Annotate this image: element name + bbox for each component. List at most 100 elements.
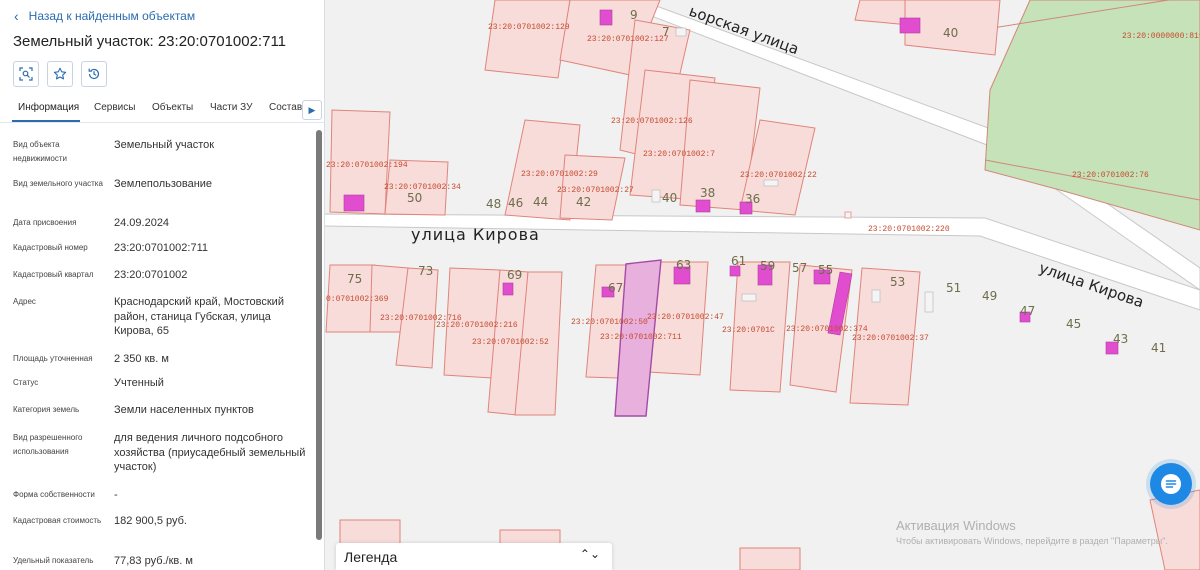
parcel-label: 23:20:0701002:76 [1072,171,1149,180]
house-number: 53 [890,275,905,289]
chat-button[interactable] [1150,463,1192,505]
back-link[interactable]: ‹ Назад к найденным объектам [14,8,195,24]
house-number: 51 [946,281,961,295]
tabs-next-button[interactable]: ▶ [302,100,322,120]
parcel-label: 23:20:0701002:50 [571,318,648,327]
house-number: 43 [1113,332,1128,346]
field-label: Кадастровый квартал [13,270,94,279]
house-number: 44 [533,195,548,209]
house-number: 38 [700,186,715,200]
parcel-label: 23:20:0701002:52 [472,338,549,347]
chat-icon [1161,474,1181,494]
tab-parts[interactable]: Части ЗУ [210,102,252,113]
parcel-label: 23:20:0701002:374 [786,325,868,334]
zoom-to-object-button[interactable] [13,61,39,87]
house-number: 47 [1020,304,1035,318]
field-value: 182 900,5 руб. [114,515,187,527]
chevron-left-icon: ‹ [14,8,19,24]
house-number: 46 [508,196,523,210]
parcel-label: 23:20:0701002:126 [611,117,693,126]
field-label: Адрес [13,297,36,306]
watermark-title: Активация Windows [896,518,1016,533]
tab-services[interactable]: Сервисы [94,102,135,113]
field-label: Категория земель [13,405,80,414]
tab-bar: Информация Сервисы Объекты Части ЗУ Сост… [0,96,324,123]
favorite-button[interactable] [47,61,73,87]
panel-scrollbar[interactable] [316,130,322,540]
chevron-right-icon: ▶ [308,104,316,115]
field-value: Краснодарский край, Мостовский район, ст… [114,296,284,337]
house-number: 42 [576,195,591,209]
cadastral-map[interactable]: 23:20:0701002:129 23:20:0701002:127 23:2… [324,0,1200,570]
field-label: Статус [13,378,39,387]
parcel-label: 23:20:0701002:194 [326,161,408,170]
field-label: Удельный показатель [13,556,94,565]
active-tab-indicator [12,120,80,122]
field-label: Кадастровый номер [13,243,88,252]
house-number: 45 [1066,317,1081,331]
parcel-label: 23:20:0701002:220 [868,225,950,234]
house-number: 63 [676,258,691,272]
parcel-label: 23:20:0701002:37 [852,334,929,343]
parcel-label: 23:20:0701002:127 [587,35,669,44]
field-label: Площадь уточненная [13,354,93,363]
parcel-label: 23:20:0701002:129 [488,23,570,32]
house-number: 7 [662,25,670,39]
back-label: Назад к найденным объектам [28,9,196,23]
zoom-to-object-icon [19,67,33,81]
parcel-label: 23:20:0701002:34 [384,183,461,192]
house-number: 50 [407,191,422,205]
house-number: 59 [760,259,775,273]
info-panel: ‹ Назад к найденным объектам Земельный у… [0,0,325,570]
house-number: 55 [818,263,833,277]
field-value: 2 350 кв. м [114,353,169,365]
parcel-label: 23:20:0701002:29 [521,170,598,179]
field-label: Форма собственности [13,490,95,499]
field-label: Вид разрешенного использования [13,433,83,456]
house-number: 48 [486,197,501,211]
legend-title: Легенда [344,549,398,565]
field-label: Вид земельного участка [13,179,103,188]
history-button[interactable] [81,61,107,87]
house-number: 75 [347,272,362,286]
house-number: 40 [662,191,677,205]
house-number: 73 [418,264,433,278]
legend-toggle-icon[interactable]: ⌃⌄ [580,547,600,561]
parcel-label: 23:20:0701002:711 [600,333,682,342]
watermark-text: Чтобы активировать Windows, перейдите в … [896,536,1168,546]
house-number: 9 [630,8,638,22]
field-value: 23:20:0701002 [114,269,188,281]
star-icon [53,67,67,80]
field-value: 23:20:0701002:711 [114,242,208,254]
field-value: Учтенный [114,377,164,389]
parcel-label: 23:20:0000000:819 [1122,32,1200,41]
legend-panel[interactable]: Легенда ⌃⌄ [336,543,612,570]
house-number: 40 [943,26,958,40]
tab-composition[interactable]: Состав [269,102,302,113]
tab-info[interactable]: Информация [18,102,79,113]
field-value: для ведения личного подсобного хозяйства… [114,432,306,473]
windows-activation-watermark: Активация Windows Чтобы активировать Win… [896,518,1168,546]
house-number: 49 [982,289,997,303]
field-label: Вид объекта недвижимости [13,140,67,163]
field-label: Дата присвоения [13,218,77,227]
field-value: 77,83 руб./кв. м [114,555,193,567]
house-number: 36 [745,192,760,206]
field-label: Кадастровая стоимость [13,516,102,525]
field-value: Земли населенных пунктов [114,404,254,416]
house-number: 57 [792,261,807,275]
parcel-label: 23:20:0701002:22 [740,171,817,180]
house-number: 67 [608,281,623,295]
parcel-label: 23:20:0701С [722,326,775,335]
parcel-label: 23:20:0701002:216 [436,321,518,330]
field-value: 24.09.2024 [114,217,170,229]
page-title: Земельный участок: 23:20:0701002:711 [13,33,287,50]
parcel-label: 23:20:0701002:47 [647,313,724,322]
street-label: улица Кирова [411,225,540,244]
parcel-label: 23:20:0701002:7 [643,150,715,159]
house-number: 61 [731,254,746,268]
house-number: 41 [1151,341,1166,355]
parcel-label: 0:0701002:369 [326,295,389,304]
field-value: Землепользование [114,178,213,190]
tab-objects[interactable]: Объекты [152,102,193,113]
